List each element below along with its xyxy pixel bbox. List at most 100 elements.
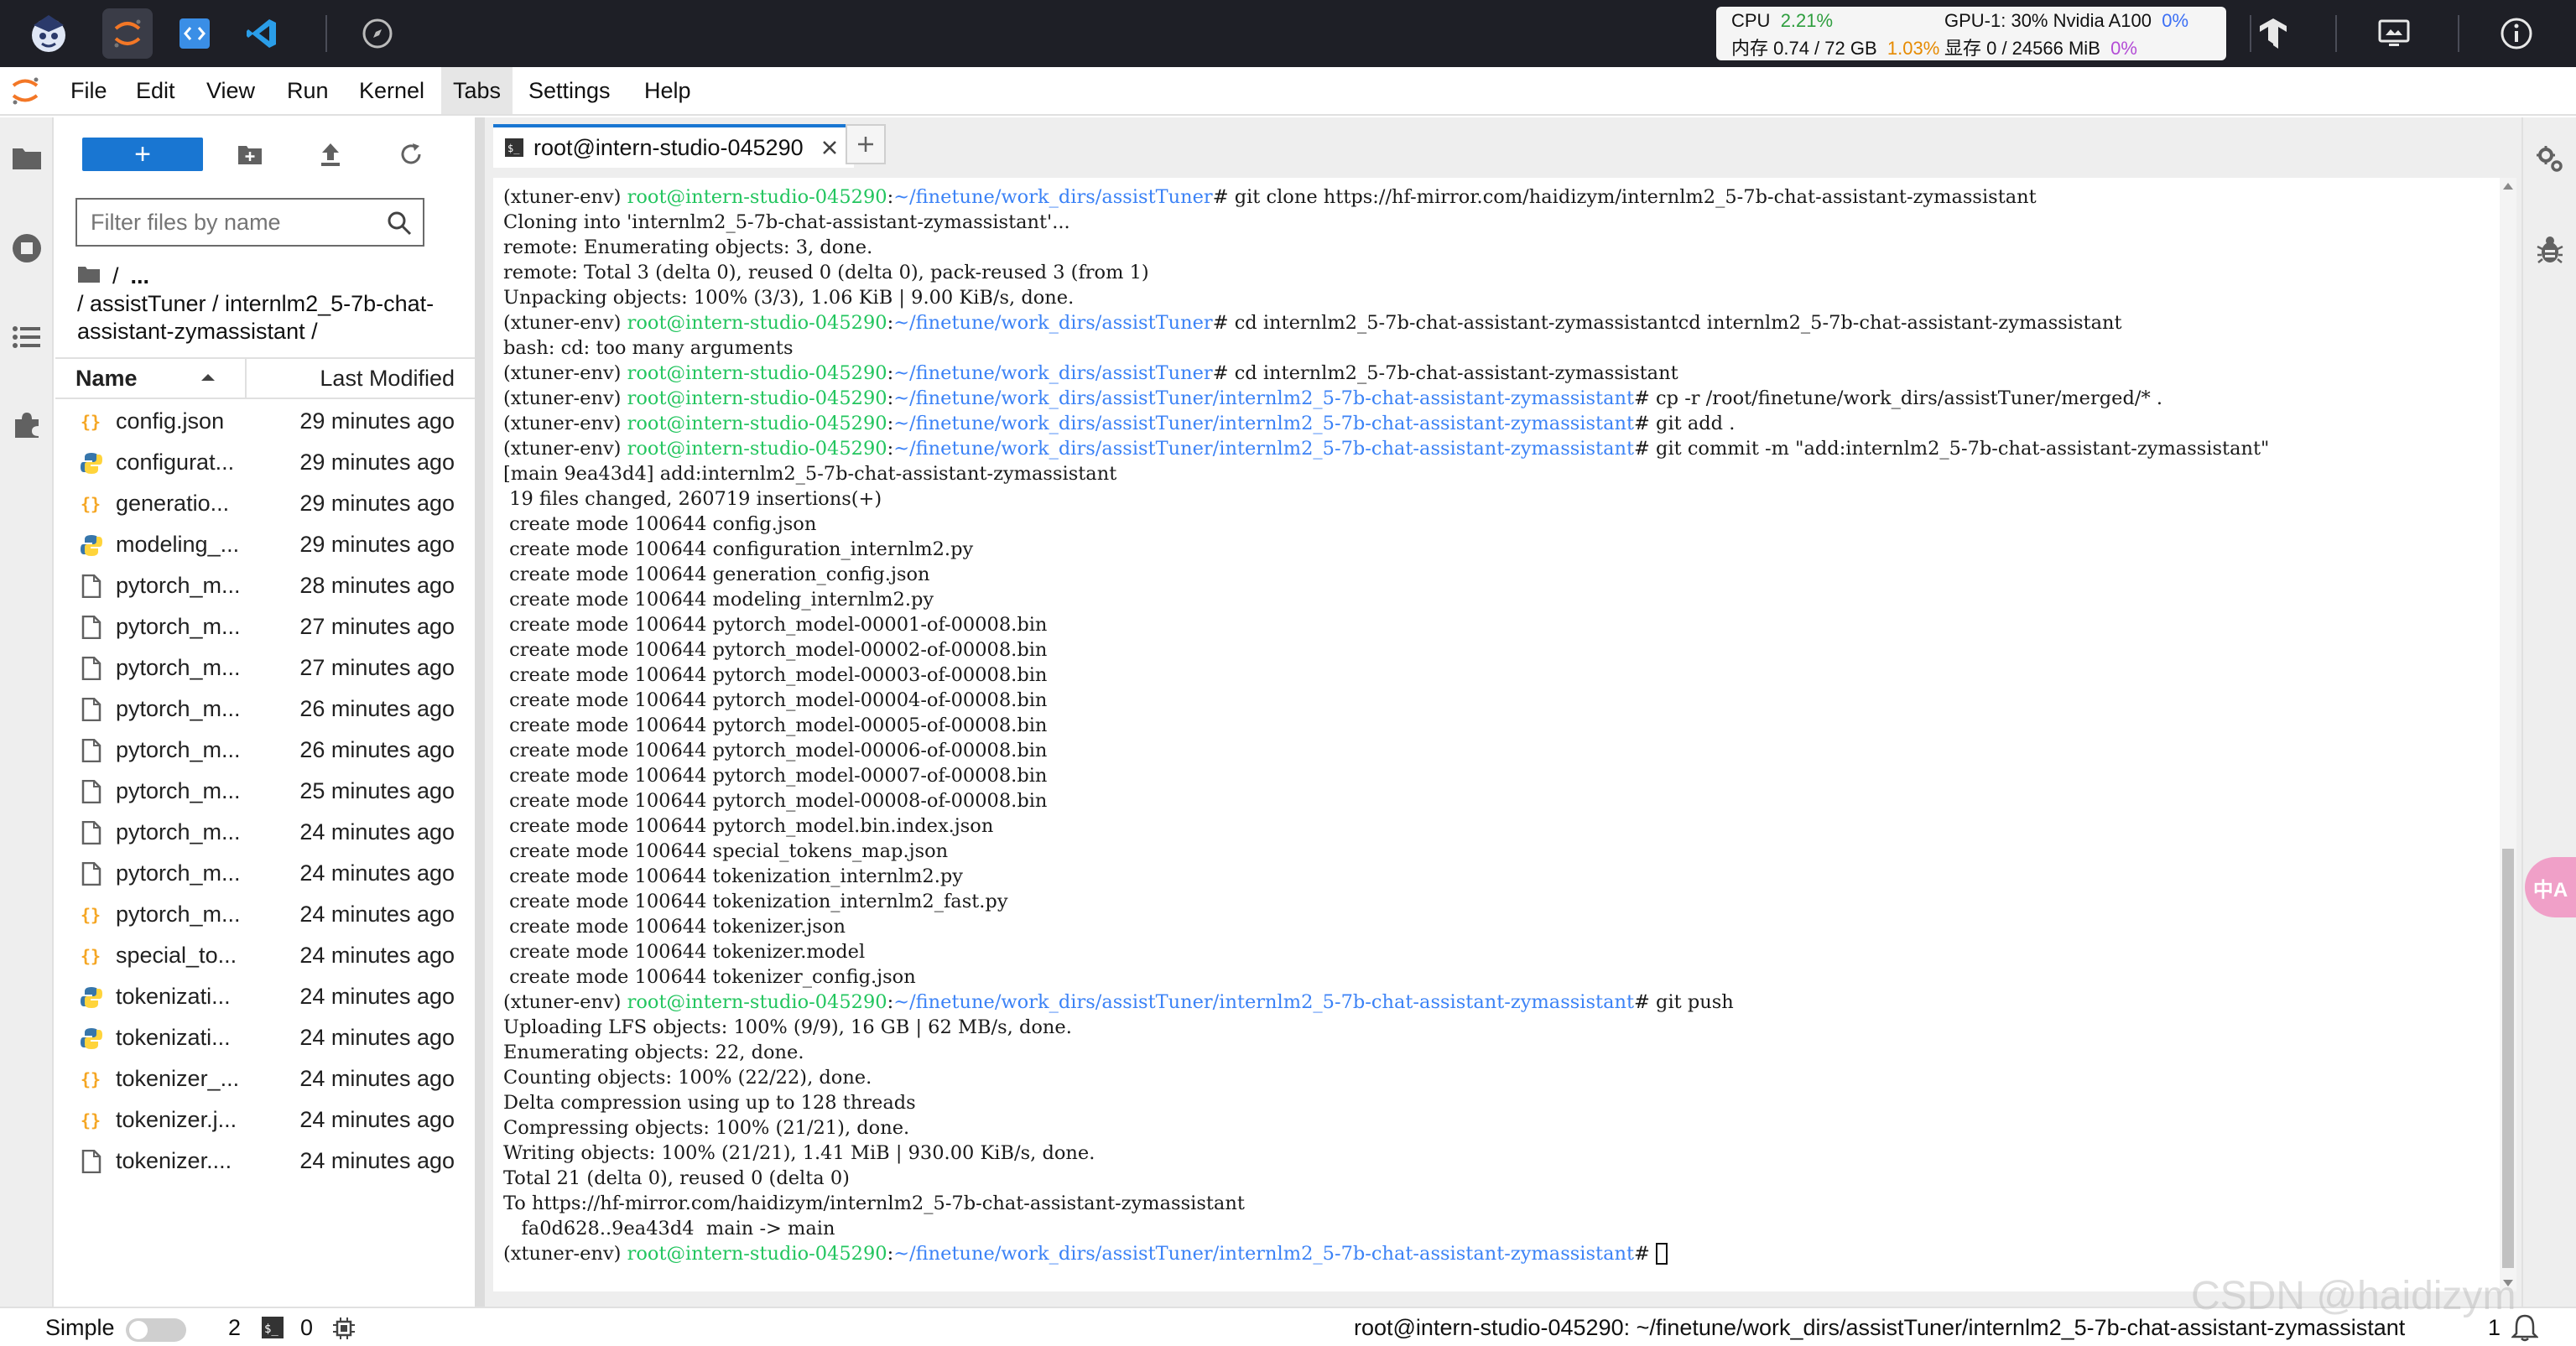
info-icon[interactable] xyxy=(2496,13,2537,54)
breadcrumb-path[interactable]: / assistTuner / internlm2_5-7b-chat-assi… xyxy=(77,290,463,346)
file-filter-input[interactable] xyxy=(77,200,362,245)
prompt-command: # git commit -m "add:internlm2_5-7b-chat… xyxy=(1634,438,2270,460)
refresh-icon[interactable] xyxy=(393,136,429,173)
scrollbar-thumb[interactable] xyxy=(2502,849,2514,1268)
menu-run[interactable]: Run xyxy=(275,67,341,114)
app-logo-icon[interactable] xyxy=(23,8,74,59)
python-icon xyxy=(79,985,104,1010)
terminal-view[interactable]: (xtuner-env) root@intern-studio-045290:~… xyxy=(493,178,2516,1291)
terminal-scrollbar[interactable] xyxy=(2500,178,2516,1291)
prompt-path: ~/finetune/work_dirs/assistTuner/internl… xyxy=(893,1243,1635,1265)
new-folder-icon[interactable] xyxy=(232,136,268,173)
column-name-header[interactable]: Name xyxy=(75,366,138,392)
kernel-status-icon[interactable] xyxy=(332,1317,356,1346)
menu-tabs[interactable]: Tabs xyxy=(441,67,513,114)
column-modified-header[interactable]: Last Modified xyxy=(320,366,455,392)
menu-file[interactable]: File xyxy=(59,67,119,114)
prompt-env: (xtuner-env) xyxy=(503,362,627,384)
cpu-label: CPU xyxy=(1731,10,1771,31)
terminal-cursor xyxy=(1656,1243,1668,1265)
panel-splitter[interactable] xyxy=(475,117,485,1307)
file-row[interactable]: {} tokenizer_... 24 minutes ago xyxy=(55,1058,475,1099)
menu-kernel[interactable]: Kernel xyxy=(347,67,436,114)
file-row[interactable]: tokenizer.... 24 minutes ago xyxy=(55,1141,475,1182)
file-row[interactable]: tokenizati... 24 minutes ago xyxy=(55,1017,475,1058)
tab-terminal[interactable]: $_ root@intern-studio-045290 xyxy=(493,124,854,168)
file-row[interactable]: pytorch_m... 24 minutes ago xyxy=(55,853,475,894)
scroll-up-icon[interactable] xyxy=(2503,183,2513,190)
terminal-count[interactable]: 0 xyxy=(300,1315,313,1341)
toggle-knob xyxy=(129,1321,148,1339)
output-text: Compressing objects: 100% (21/21), done. xyxy=(503,1117,910,1139)
file-modified: 29 minutes ago xyxy=(299,408,455,434)
menu-view[interactable]: View xyxy=(195,67,267,114)
menu-help[interactable]: Help xyxy=(632,67,703,114)
file-row[interactable]: pytorch_m... 24 minutes ago xyxy=(55,812,475,853)
file-row[interactable]: {} pytorch_m... 24 minutes ago xyxy=(55,894,475,935)
file-icon xyxy=(79,656,104,681)
file-modified: 27 minutes ago xyxy=(299,655,455,680)
file-name: pytorch_m... xyxy=(116,902,241,927)
file-row[interactable]: tokenizati... 24 minutes ago xyxy=(55,976,475,1017)
terminal-prompt-line: (xtuner-env) root@intern-studio-045290:~… xyxy=(503,436,2483,461)
menu-edit[interactable]: Edit xyxy=(124,67,187,114)
file-row[interactable]: pytorch_m... 27 minutes ago xyxy=(55,606,475,647)
svg-text:{}: {} xyxy=(81,1110,101,1130)
property-inspector-icon[interactable] xyxy=(2532,141,2568,178)
sort-ascending-icon[interactable] xyxy=(198,367,218,387)
remote-desktop-icon[interactable] xyxy=(2374,13,2414,54)
terminal-output-line: create mode 100644 configuration_internl… xyxy=(503,537,2483,562)
close-icon[interactable] xyxy=(819,137,840,159)
breadcrumb-ellipsis[interactable]: ... xyxy=(131,263,150,289)
add-tab-button[interactable] xyxy=(846,124,886,164)
running-sessions-icon[interactable] xyxy=(8,230,45,267)
terminal-output-line: Total 21 (delta 0), reused 0 (delta 0) xyxy=(503,1166,2483,1191)
file-name: tokenizer.j... xyxy=(116,1107,237,1132)
file-row[interactable]: pytorch_m... 27 minutes ago xyxy=(55,647,475,689)
left-activity-bar xyxy=(0,117,54,1307)
file-row[interactable]: configurat... 29 minutes ago xyxy=(55,442,475,483)
file-row[interactable]: {} special_to... 24 minutes ago xyxy=(55,935,475,976)
output-text: Cloning into 'internlm2_5-7b-chat-assist… xyxy=(503,211,1070,233)
file-icon xyxy=(79,574,104,599)
prompt-host: root@intern-studio-045290 xyxy=(627,413,887,434)
prompt-path: ~/finetune/work_dirs/assistTuner xyxy=(893,186,1213,208)
jupyter-app-icon[interactable] xyxy=(102,8,153,59)
file-row[interactable]: pytorch_m... 26 minutes ago xyxy=(55,689,475,730)
gpu-row: GPU-1: 30% Nvidia A100 0% xyxy=(1944,10,2188,32)
tensorflow-icon[interactable] xyxy=(2253,13,2293,54)
compass-icon[interactable] xyxy=(352,8,403,59)
breadcrumb-folder-icon[interactable] xyxy=(77,263,101,289)
file-filter-box xyxy=(75,198,424,247)
menu-settings[interactable]: Settings xyxy=(517,67,622,114)
file-modified: 26 minutes ago xyxy=(299,737,455,762)
file-row[interactable]: {} generatio... 29 minutes ago xyxy=(55,483,475,524)
file-row[interactable]: {} tokenizer.j... 24 minutes ago xyxy=(55,1099,475,1141)
file-row[interactable]: {} config.json 29 minutes ago xyxy=(55,401,475,442)
file-browser-panel: + / ... / assistTuner / internlm2_5-7b-c… xyxy=(55,117,475,1307)
file-row[interactable]: pytorch_m... 28 minutes ago xyxy=(55,565,475,606)
output-text: create mode 100644 tokenizer.json xyxy=(503,916,846,938)
table-of-contents-icon[interactable] xyxy=(8,319,45,356)
code-editor-icon[interactable] xyxy=(169,8,220,59)
extensions-icon[interactable] xyxy=(8,406,45,443)
output-text: Total 21 (delta 0), reused 0 (delta 0) xyxy=(503,1167,850,1189)
folder-icon[interactable] xyxy=(8,139,45,176)
output-text: fa0d628..9ea43d4 main -> main xyxy=(503,1218,835,1239)
breadcrumb-root[interactable]: / xyxy=(112,263,119,289)
debugger-icon[interactable] xyxy=(2532,231,2568,268)
file-row[interactable]: pytorch_m... 26 minutes ago xyxy=(55,730,475,771)
vscode-icon[interactable] xyxy=(237,8,287,59)
file-row[interactable]: modeling_... 29 minutes ago xyxy=(55,524,475,565)
upload-icon[interactable] xyxy=(312,136,349,173)
output-text: Unpacking objects: 100% (3/3), 1.06 KiB … xyxy=(503,287,1075,309)
mem-label: 内存 0.74 / 72 GB xyxy=(1731,38,1877,59)
file-modified: 24 minutes ago xyxy=(299,902,455,927)
file-row[interactable]: pytorch_m... 25 minutes ago xyxy=(55,771,475,812)
svg-text:{}: {} xyxy=(81,412,101,432)
column-divider[interactable] xyxy=(245,359,247,398)
kernel-count[interactable]: 2 xyxy=(228,1315,241,1341)
new-launcher-button[interactable]: + xyxy=(82,138,203,171)
json-icon: {} xyxy=(79,1108,104,1133)
simple-mode-toggle[interactable] xyxy=(126,1318,186,1342)
